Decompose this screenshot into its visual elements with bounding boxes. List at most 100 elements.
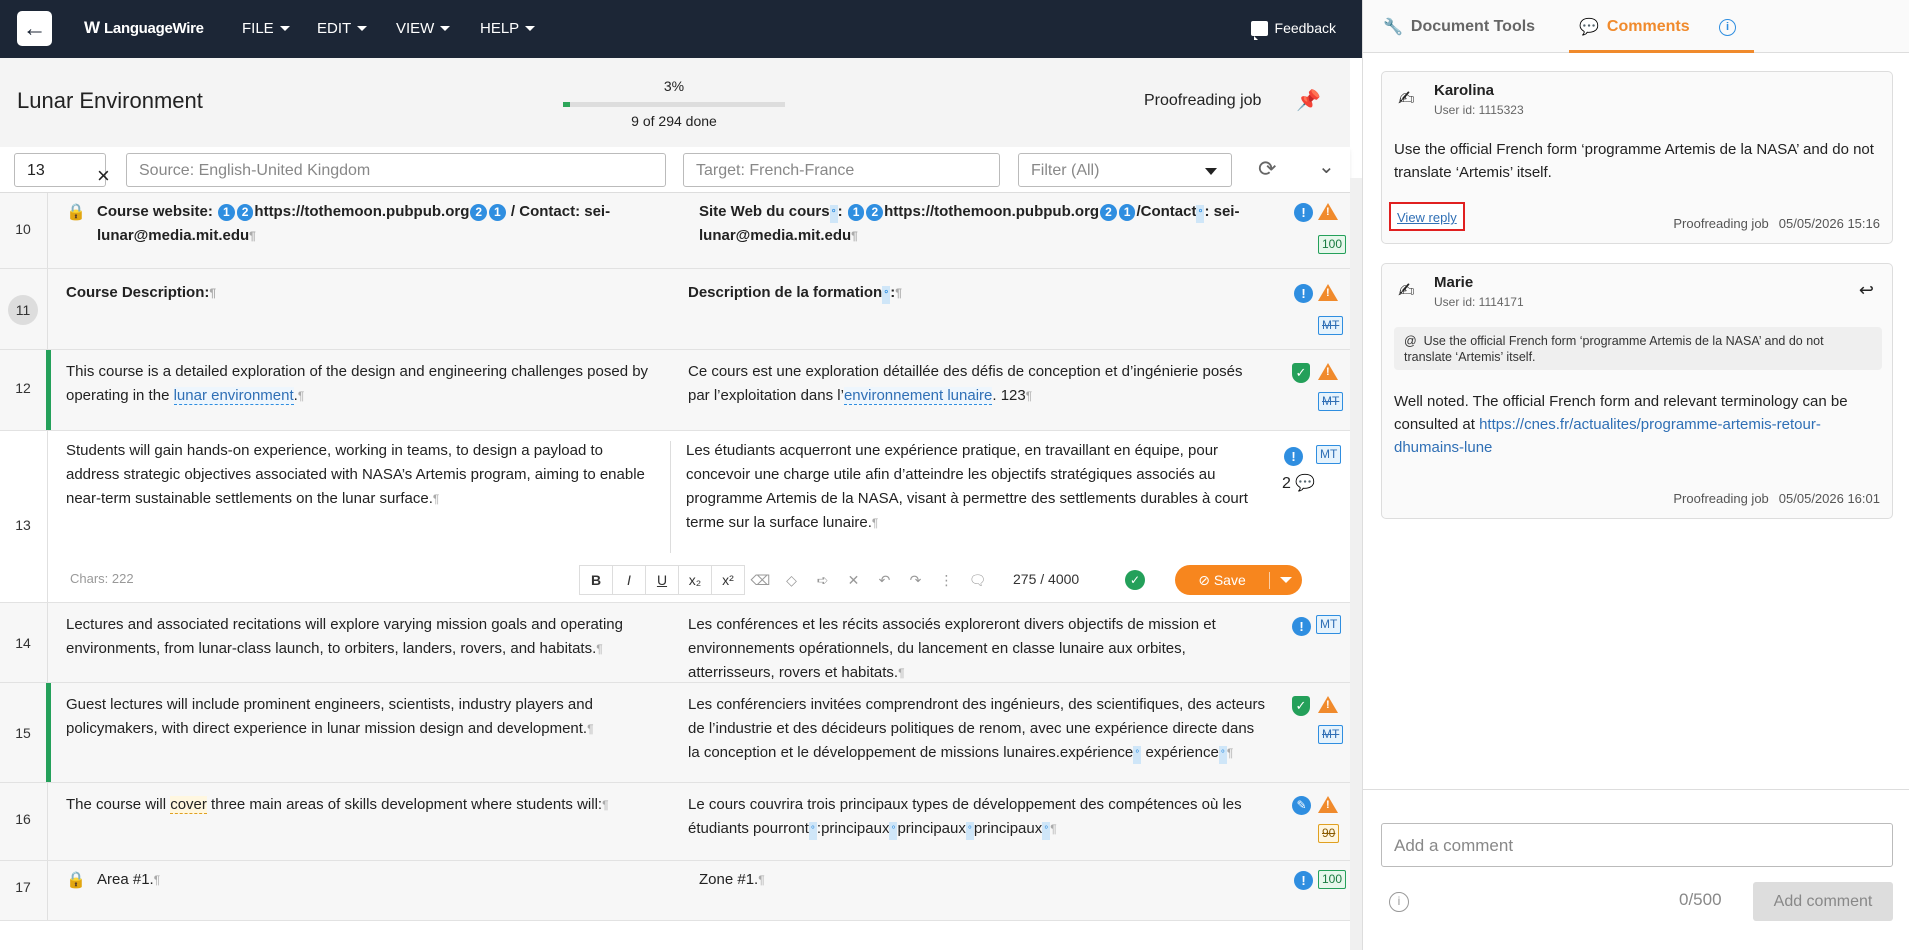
tag-icon: 2: [236, 204, 254, 221]
comment-user-id: User id: 1115323: [1434, 103, 1524, 117]
edit-icon[interactable]: ✎: [1292, 796, 1311, 815]
warning-icon[interactable]: [1318, 203, 1338, 220]
menu-edit-label: EDIT: [317, 20, 352, 37]
pilcrow-icon: ¶: [432, 492, 440, 506]
info-icon[interactable]: !: [1294, 284, 1313, 303]
tab-document-tools[interactable]: 🔧 Document Tools: [1383, 17, 1535, 37]
undo-icon[interactable]: ↶: [869, 572, 900, 589]
segment-target[interactable]: Le cours couvrira trois principaux types…: [688, 793, 1268, 841]
confirmed-bar: [46, 683, 51, 782]
add-comment-button[interactable]: Add comment: [1753, 882, 1893, 921]
warning-icon[interactable]: [1318, 796, 1338, 813]
segment-target[interactable]: Les conférenciers invitées comprendront …: [688, 693, 1268, 765]
info-icon[interactable]: !: [1294, 871, 1313, 890]
segment-target[interactable]: Les conférences et les récits associés e…: [688, 613, 1268, 685]
segment-target[interactable]: Description de la formation °:¶: [688, 281, 1268, 305]
redo-icon[interactable]: ↷: [900, 572, 931, 589]
segment-number: 16: [15, 811, 31, 827]
space-marker-icon: °: [1133, 746, 1142, 764]
segment-row[interactable]: 16 The course will cover three main area…: [0, 783, 1350, 861]
target-term[interactable]: environnement lunaire: [843, 387, 993, 405]
segment-target[interactable]: Ce cours est une exploration détaillée d…: [688, 360, 1268, 408]
warning-icon[interactable]: [1318, 284, 1338, 301]
back-button[interactable]: ←: [17, 11, 52, 46]
underline-button[interactable]: U: [645, 565, 679, 595]
tag-icon: 1: [1118, 204, 1136, 221]
segment-target-editor[interactable]: Les étudiants acquerront une expérience …: [686, 439, 1251, 535]
copy-source-icon[interactable]: ➪: [807, 572, 838, 589]
menu-view[interactable]: VIEW: [396, 20, 451, 37]
info-icon[interactable]: !: [1294, 203, 1313, 222]
page-title: Lunar Environment: [17, 88, 203, 113]
segment-row[interactable]: 14 Lectures and associated recitations w…: [0, 603, 1350, 683]
segment-row[interactable]: 15 Guest lectures will include prominent…: [0, 683, 1350, 783]
pilcrow-icon: ¶: [1025, 389, 1033, 403]
source-search-input[interactable]: Source: English-United Kingdom: [126, 153, 666, 187]
mt-badge: MT: [1318, 725, 1344, 744]
menu-view-label: VIEW: [396, 20, 435, 37]
menu-help[interactable]: HELP: [480, 20, 536, 37]
segment-number-input[interactable]: 13 ×: [14, 153, 110, 187]
comment-meta: Proofreading job 05/05/2026 16:01: [1663, 491, 1880, 506]
view-reply-link[interactable]: View reply: [1389, 202, 1465, 231]
comment-count[interactable]: 2 💬: [1282, 473, 1315, 493]
target-text: Site Web du cours: [699, 203, 830, 220]
more-icon[interactable]: ⋮: [931, 572, 962, 589]
confirmed-check-icon[interactable]: ✓: [1292, 363, 1310, 383]
refresh-icon[interactable]: ⟳: [1258, 156, 1276, 182]
add-comment-icon[interactable]: 🗨: [962, 572, 993, 589]
comment-user-id: User id: 1114171: [1434, 295, 1524, 309]
clear-icon[interactable]: ✕: [838, 572, 869, 589]
pin-icon[interactable]: 📌: [1296, 88, 1321, 113]
segment-row[interactable]: 12 This course is a detailed exploration…: [0, 350, 1350, 431]
target-text: Description de la formation: [688, 284, 883, 301]
lock-icon: 🔒: [66, 204, 86, 221]
comment-input[interactable]: Add a comment: [1381, 823, 1893, 867]
save-button[interactable]: ⊘ Save: [1175, 565, 1302, 595]
source-term[interactable]: lunar environment: [173, 387, 294, 405]
segment-target[interactable]: Zone #1.¶: [699, 868, 1269, 892]
tag-icon[interactable]: ◇: [776, 572, 807, 589]
target-placeholder: Target: French-France: [696, 162, 855, 179]
superscript-button[interactable]: x²: [711, 565, 745, 595]
target-text: expérience: [1145, 744, 1219, 761]
tag-icon: 2: [1100, 204, 1117, 221]
pilcrow-icon: ¶: [249, 229, 256, 243]
logo-text: LanguageWire: [104, 19, 204, 37]
segment-row[interactable]: 10 🔒 Course website: 1 2 https://tothemoon…: [0, 193, 1350, 269]
source-qa-term[interactable]: cover: [170, 796, 207, 814]
menu-file[interactable]: FILE: [242, 20, 290, 37]
segment-row[interactable]: 17 🔒 Area #1.¶ Zone #1.¶ ! 100: [0, 861, 1350, 921]
segment-source: Guest lectures will include prominent en…: [66, 693, 656, 741]
clear-format-icon[interactable]: ⌫: [745, 572, 776, 589]
info-icon[interactable]: !: [1292, 617, 1311, 636]
tab-comments[interactable]: 💬 Comments: [1579, 17, 1690, 37]
reply-icon[interactable]: ↩: [1859, 280, 1874, 301]
warning-icon[interactable]: [1318, 363, 1338, 380]
segment-row-active[interactable]: 13 Students will gain hands-on experienc…: [0, 431, 1350, 603]
feedback-button[interactable]: Feedback: [1250, 20, 1336, 40]
subscript-button[interactable]: x₂: [678, 565, 712, 595]
warning-icon[interactable]: [1318, 696, 1338, 713]
target-search-input[interactable]: Target: French-France: [683, 153, 1000, 187]
bold-button[interactable]: B: [579, 565, 613, 595]
segment-target[interactable]: Site Web du cours °: 1 2 https://tothemoon.…: [699, 200, 1269, 248]
menu-edit[interactable]: EDIT: [317, 20, 368, 37]
pilcrow-icon: ¶: [1050, 822, 1057, 836]
info-icon[interactable]: !: [1284, 447, 1303, 466]
filter-select[interactable]: Filter (All): [1018, 153, 1232, 187]
pilcrow-icon: ¶: [297, 389, 305, 403]
segment-row[interactable]: 11 Course Description:¶ Description de l…: [0, 269, 1350, 350]
mt-badge: MT: [1318, 316, 1344, 335]
comment-char-count: 0/500: [1679, 890, 1722, 909]
target-url: https://tothemoon.pubpub.org: [884, 203, 1100, 220]
info-icon[interactable]: i: [1719, 19, 1736, 36]
italic-button[interactable]: I: [612, 565, 646, 595]
info-icon[interactable]: i: [1389, 892, 1409, 912]
chevron-down-icon[interactable]: ⌄: [1318, 154, 1335, 179]
chevron-down-icon[interactable]: [1280, 577, 1292, 583]
scrollbar[interactable]: [1350, 178, 1362, 950]
comment-count-value: 2: [1282, 475, 1291, 492]
close-icon[interactable]: ×: [97, 165, 110, 187]
confirmed-check-icon[interactable]: ✓: [1292, 696, 1310, 716]
